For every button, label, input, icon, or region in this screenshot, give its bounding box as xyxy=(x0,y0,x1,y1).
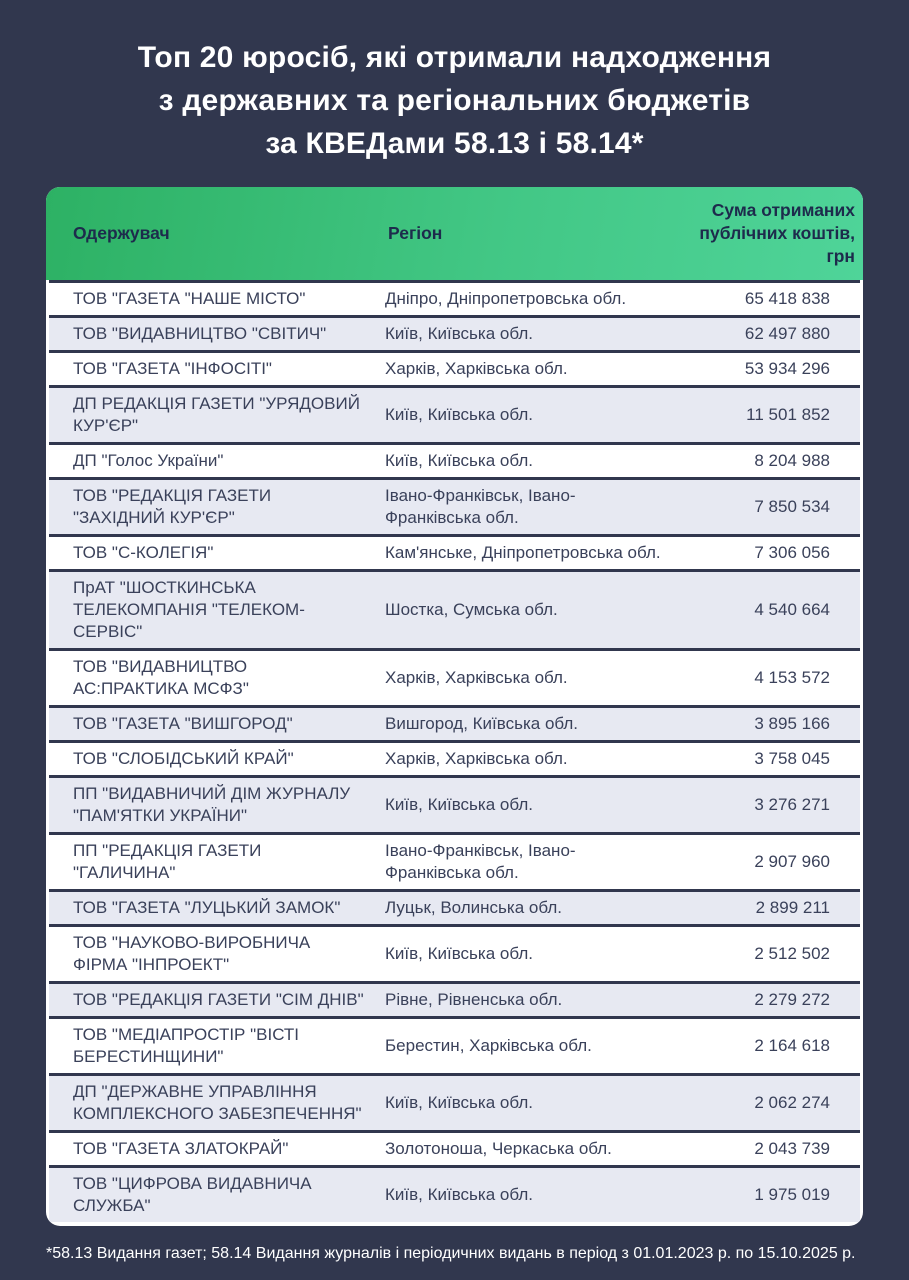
amount-cell: 3 276 271 xyxy=(678,789,860,821)
table-row: ТОВ "ГАЗЕТА ЗЛАТОКРАЙ" Золотоноша, Черка… xyxy=(49,1130,860,1165)
region-cell: Дніпро, Дніпропетровська обл. xyxy=(385,283,678,315)
region-cell: Вишгород, Київська обл. xyxy=(385,708,678,740)
recipient-cell: ТОВ "ЦИФРОВА ВИДАВНИЧА СЛУЖБА" xyxy=(49,1168,385,1222)
recipient-cell: ТОВ "МЕДІАПРОСТІР "ВІСТІ БЕРЕСТИНЩИНИ" xyxy=(49,1019,385,1073)
amount-cell: 1 975 019 xyxy=(678,1179,860,1211)
amount-cell: 2 899 211 xyxy=(678,892,860,924)
table-row: ПП "РЕДАКЦІЯ ГАЗЕТИ "ГАЛИЧИНА" Івано-Фра… xyxy=(49,832,860,889)
region-cell: Київ, Київська обл. xyxy=(385,445,678,477)
amount-cell: 2 164 618 xyxy=(678,1030,860,1062)
results-table: Одержувач Регіон Сума отриманих публічни… xyxy=(46,187,863,1226)
amount-cell: 3 895 166 xyxy=(678,708,860,740)
recipient-cell: ТОВ "РЕДАКЦІЯ ГАЗЕТИ "СІМ ДНІВ" xyxy=(49,984,385,1016)
amount-cell: 65 418 838 xyxy=(678,283,860,315)
footnote: *58.13 Видання газет; 58.14 Видання журн… xyxy=(46,1243,863,1264)
table-row: ДП РЕДАКЦІЯ ГАЗЕТИ "УРЯДОВИЙ КУР'ЄР" Киї… xyxy=(49,385,860,442)
region-cell: Київ, Київська обл. xyxy=(385,789,678,821)
region-cell: Рівне, Рівненська обл. xyxy=(385,984,678,1016)
recipient-cell: ТОВ "ВИДАВНИЦТВО "СВІТИЧ" xyxy=(49,318,385,350)
region-cell: Харків, Харківська обл. xyxy=(385,743,678,775)
amount-cell: 53 934 296 xyxy=(678,353,860,385)
table-row: ТОВ "ВИДАВНИЦТВО "СВІТИЧ" Київ, Київська… xyxy=(49,315,860,350)
title-line-2: з державних та регіональних бюджетів xyxy=(159,84,751,117)
table-row: ТОВ "С-КОЛЕГІЯ" Кам'янське, Дніпропетров… xyxy=(49,534,860,569)
amount-cell: 8 204 988 xyxy=(678,445,860,477)
region-cell: Київ, Київська обл. xyxy=(385,1087,678,1119)
table-row: ДП "ДЕРЖАВНЕ УПРАВЛІННЯ КОМПЛЕКСНОГО ЗАБ… xyxy=(49,1073,860,1130)
header-region: Регіон xyxy=(388,222,681,245)
table-row: ТОВ "ГАЗЕТА "ІНФОСІТІ" Харків, Харківськ… xyxy=(49,350,860,385)
recipient-cell: ПрАТ "ШОСТКИНСЬКА ТЕЛЕКОМПАНІЯ "ТЕЛЕКОМ-… xyxy=(49,572,385,648)
infographic-page: Топ 20 юросіб, які отримали надходження … xyxy=(0,36,909,1280)
recipient-cell: ДП "ДЕРЖАВНЕ УПРАВЛІННЯ КОМПЛЕКСНОГО ЗАБ… xyxy=(49,1076,385,1130)
recipient-cell: ДП РЕДАКЦІЯ ГАЗЕТИ "УРЯДОВИЙ КУР'ЄР" xyxy=(49,388,385,442)
table-row: ПрАТ "ШОСТКИНСЬКА ТЕЛЕКОМПАНІЯ "ТЕЛЕКОМ-… xyxy=(49,569,860,648)
title-line-1: Топ 20 юросіб, які отримали надходження xyxy=(138,41,771,74)
recipient-cell: ТОВ "С-КОЛЕГІЯ" xyxy=(49,537,385,569)
amount-cell: 4 153 572 xyxy=(678,662,860,694)
amount-cell: 2 062 274 xyxy=(678,1087,860,1119)
recipient-cell: ТОВ "ГАЗЕТА "ІНФОСІТІ" xyxy=(49,353,385,385)
recipient-cell: ТОВ "ВИДАВНИЦТВО АС:ПРАКТИКА МСФЗ" xyxy=(49,651,385,705)
header-amount: Сума отриманих публічних коштів, грн xyxy=(681,199,863,268)
recipient-cell: ДП "Голос України" xyxy=(49,445,385,477)
table-row: ТОВ "РЕДАКЦІЯ ГАЗЕТИ "ЗАХІДНИЙ КУР'ЄР" І… xyxy=(49,477,860,534)
amount-cell: 2 907 960 xyxy=(678,846,860,878)
title-line-3: за КВЕДами 58.13 і 58.14* xyxy=(265,127,643,160)
recipient-cell: ТОВ "ГАЗЕТА "НАШЕ МІСТО" xyxy=(49,283,385,315)
amount-cell: 4 540 664 xyxy=(678,594,860,626)
table-row: ПП "ВИДАВНИЧИЙ ДІМ ЖУРНАЛУ "ПАМ'ЯТКИ УКР… xyxy=(49,775,860,832)
table-row: ТОВ "ВИДАВНИЦТВО АС:ПРАКТИКА МСФЗ" Харкі… xyxy=(49,648,860,705)
region-cell: Івано-Франківськ, Івано-Франківська обл. xyxy=(385,480,678,534)
recipient-cell: ТОВ "ГАЗЕТА ЗЛАТОКРАЙ" xyxy=(49,1133,385,1165)
amount-cell: 7 306 056 xyxy=(678,537,860,569)
table-row: ТОВ "МЕДІАПРОСТІР "ВІСТІ БЕРЕСТИНЩИНИ" Б… xyxy=(49,1016,860,1073)
region-cell: Золотоноша, Черкаська обл. xyxy=(385,1133,678,1165)
region-cell: Харків, Харківська обл. xyxy=(385,662,678,694)
table-row: ТОВ "ГАЗЕТА "ЛУЦЬКИЙ ЗАМОК" Луцьк, Волин… xyxy=(49,889,860,924)
recipient-cell: ПП "РЕДАКЦІЯ ГАЗЕТИ "ГАЛИЧИНА" xyxy=(49,835,385,889)
region-cell: Шостка, Сумська обл. xyxy=(385,594,678,626)
table-row: ТОВ "ГАЗЕТА "ВИШГОРОД" Вишгород, Київськ… xyxy=(49,705,860,740)
table-row: ТОВ "ГАЗЕТА "НАШЕ МІСТО" Дніпро, Дніпроп… xyxy=(49,280,860,315)
region-cell: Київ, Київська обл. xyxy=(385,318,678,350)
recipient-cell: ПП "ВИДАВНИЧИЙ ДІМ ЖУРНАЛУ "ПАМ'ЯТКИ УКР… xyxy=(49,778,385,832)
region-cell: Кам'янське, Дніпропетровська обл. xyxy=(385,537,678,569)
amount-cell: 62 497 880 xyxy=(678,318,860,350)
amount-cell: 7 850 534 xyxy=(678,491,860,523)
table-body: ТОВ "ГАЗЕТА "НАШЕ МІСТО" Дніпро, Дніпроп… xyxy=(49,280,860,1222)
table-row: ДП "Голос України" Київ, Київська обл. 8… xyxy=(49,442,860,477)
region-cell: Харків, Харківська обл. xyxy=(385,353,678,385)
region-cell: Івано-Франківськ, Івано-Франківська обл. xyxy=(385,835,678,889)
recipient-cell: ТОВ "ГАЗЕТА "ВИШГОРОД" xyxy=(49,708,385,740)
recipient-cell: ТОВ "НАУКОВО-ВИРОБНИЧА ФІРМА "ІНПРОЕКТ" xyxy=(49,927,385,981)
table-row: ТОВ "РЕДАКЦІЯ ГАЗЕТИ "СІМ ДНІВ" Рівне, Р… xyxy=(49,981,860,1016)
region-cell: Київ, Київська обл. xyxy=(385,1179,678,1211)
region-cell: Берестин, Харківська обл. xyxy=(385,1030,678,1062)
table-row: ТОВ "ЦИФРОВА ВИДАВНИЧА СЛУЖБА" Київ, Киї… xyxy=(49,1165,860,1222)
header-recipient: Одержувач xyxy=(46,222,388,245)
recipient-cell: ТОВ "РЕДАКЦІЯ ГАЗЕТИ "ЗАХІДНИЙ КУР'ЄР" xyxy=(49,480,385,534)
table-header: Одержувач Регіон Сума отриманих публічни… xyxy=(46,187,863,280)
region-cell: Київ, Київська обл. xyxy=(385,938,678,970)
amount-cell: 11 501 852 xyxy=(678,399,860,431)
amount-cell: 2 279 272 xyxy=(678,984,860,1016)
amount-cell: 2 512 502 xyxy=(678,938,860,970)
table-row: ТОВ "СЛОБІДСЬКИЙ КРАЙ" Харків, Харківськ… xyxy=(49,740,860,775)
amount-cell: 2 043 739 xyxy=(678,1133,860,1165)
amount-cell: 3 758 045 xyxy=(678,743,860,775)
recipient-cell: ТОВ "ГАЗЕТА "ЛУЦЬКИЙ ЗАМОК" xyxy=(49,892,385,924)
table-row: ТОВ "НАУКОВО-ВИРОБНИЧА ФІРМА "ІНПРОЕКТ" … xyxy=(49,924,860,981)
page-title: Топ 20 юросіб, які отримали надходження … xyxy=(46,36,863,165)
region-cell: Луцьк, Волинська обл. xyxy=(385,892,678,924)
region-cell: Київ, Київська обл. xyxy=(385,399,678,431)
recipient-cell: ТОВ "СЛОБІДСЬКИЙ КРАЙ" xyxy=(49,743,385,775)
